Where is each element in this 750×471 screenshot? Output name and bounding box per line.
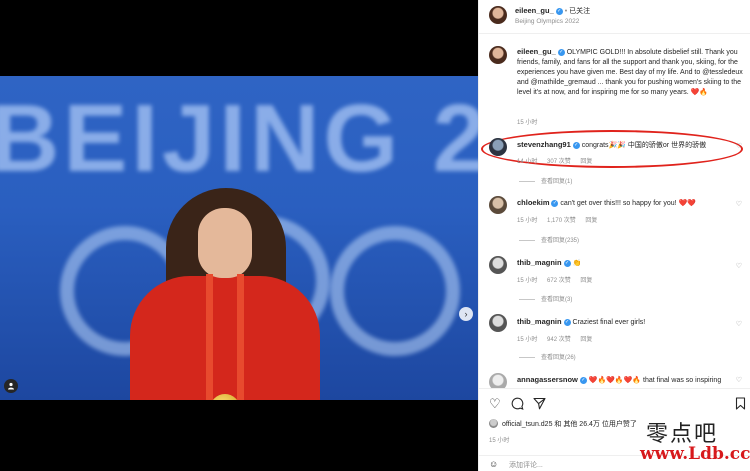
post-caption: eileen_gu_ ✓ OLYMPIC GOLD!!! In absolute… — [517, 47, 743, 98]
comment-text: Craziest final ever girls! — [572, 319, 646, 326]
avatar[interactable] — [489, 138, 507, 156]
comment: chloekim ✓ can't get over this!!! so hap… — [517, 198, 696, 207]
view-replies-button[interactable]: 查看回复(3) — [519, 294, 572, 303]
add-comment-input[interactable]: 添加评论... — [509, 460, 543, 470]
caption-text: OLYMPIC GOLD!!! In absolute disbelief st… — [517, 49, 743, 96]
view-replies-button[interactable]: 查看回复(235) — [519, 235, 579, 244]
comment-meta: 14 小时 307 次赞 回复 — [517, 156, 600, 165]
emoji-icon[interactable]: ☺ — [489, 459, 498, 469]
heart-icon[interactable]: ♡ — [736, 262, 742, 270]
comment-text: ❤️🔥❤️🔥❤️🔥 that final was so inspiring — [588, 377, 722, 384]
avatar[interactable] — [489, 419, 498, 428]
follow-button[interactable]: 已关注 — [569, 8, 590, 15]
comment-time: 15 小时 — [517, 218, 538, 224]
verified-icon: ✓ — [563, 318, 571, 326]
photo-background-text: BEIJING 2022 — [0, 85, 478, 192]
comment-username[interactable]: annagassersnow — [517, 375, 578, 384]
view-replies-button[interactable]: 查看回复(1) — [519, 176, 572, 185]
post-actions: ♡ official_tsun.d25 和 其他 26.4万 位用户赞了 15 … — [479, 388, 750, 471]
post-header: eileen_gu_ ✓ • 已关注 Beijing Olympics 2022 — [479, 0, 750, 34]
add-comment-bar: ☺ 添加评论... — [479, 455, 750, 471]
avatar[interactable] — [489, 256, 507, 274]
reply-button[interactable]: 回复 — [580, 278, 592, 284]
share-icon[interactable] — [533, 397, 546, 413]
heart-icon[interactable]: ♡ — [489, 397, 501, 411]
comment: stevenzhang91 ✓ congrats🎉🎉 中国的骄傲or 世界的骄傲 — [517, 140, 706, 150]
avatar[interactable] — [489, 6, 507, 24]
comment-meta: 15 小时 672 次赞 回复 — [517, 275, 600, 284]
reply-button[interactable]: 回复 — [585, 218, 597, 224]
avatar[interactable] — [489, 196, 507, 214]
comment-meta: 15 小时 942 次赞 回复 — [517, 334, 600, 343]
post-photo[interactable]: BEIJING 2022 › — [0, 76, 478, 400]
verified-icon: ✓ — [555, 7, 563, 15]
user-tag-icon[interactable] — [4, 379, 18, 393]
comment-username[interactable]: stevenzhang91 — [517, 140, 571, 149]
avatar[interactable] — [489, 314, 507, 332]
follow-separator: • — [564, 8, 568, 15]
comment-likes[interactable]: 942 次赞 — [547, 337, 571, 343]
post-side-panel: eileen_gu_ ✓ • 已关注 Beijing Olympics 2022… — [478, 0, 750, 471]
comment-likes[interactable]: 672 次赞 — [547, 278, 571, 284]
athlete-figure — [130, 188, 330, 400]
comment-text: congrats🎉🎉 中国的骄傲or 世界的骄傲 — [581, 142, 707, 149]
verified-icon: ✓ — [551, 199, 559, 207]
comment-likes[interactable]: 1,170 次赞 — [547, 218, 576, 224]
author-username[interactable]: eileen_gu_ — [515, 6, 554, 15]
post-location[interactable]: Beijing Olympics 2022 — [515, 18, 579, 25]
post-time: 15 小时 — [489, 438, 510, 444]
comment-text: 👏 — [572, 260, 582, 267]
comment: thib_magnin ✓ Craziest final ever girls! — [517, 317, 645, 326]
caption-time: 15 小时 — [517, 120, 538, 126]
comment: annagassersnow ✓ ❤️🔥❤️🔥❤️🔥 that final wa… — [517, 375, 721, 384]
likes-summary[interactable]: official_tsun.d25 和 其他 26.4万 位用户赞了 — [502, 419, 637, 429]
post-media-panel: BEIJING 2022 › — [0, 0, 478, 471]
comment-username[interactable]: chloekim — [517, 198, 550, 207]
heart-icon[interactable]: ♡ — [736, 320, 742, 328]
avatar[interactable] — [489, 46, 507, 64]
comment: thib_magnin ✓ 👏 — [517, 258, 581, 267]
verified-icon: ✓ — [572, 141, 580, 149]
heart-icon[interactable]: ♡ — [736, 200, 742, 208]
reply-button[interactable]: 回复 — [580, 159, 592, 165]
verified-icon: ✓ — [563, 259, 571, 267]
reply-button[interactable]: 回复 — [580, 337, 592, 343]
caption-username[interactable]: eileen_gu_ — [517, 47, 556, 56]
olympic-ring — [330, 226, 460, 356]
comment-icon[interactable] — [511, 397, 524, 413]
comment-username[interactable]: thib_magnin — [517, 258, 562, 267]
comment-text: can't get over this!!! so happy for you!… — [560, 200, 696, 207]
chevron-right-icon[interactable]: › — [459, 307, 473, 321]
heart-icon[interactable]: ♡ — [736, 376, 742, 384]
view-replies-button[interactable]: 查看回复(26) — [519, 352, 576, 361]
comment-username[interactable]: thib_magnin — [517, 317, 562, 326]
comment-likes[interactable]: 307 次赞 — [547, 159, 571, 165]
verified-icon: ✓ — [579, 376, 587, 384]
bookmark-icon[interactable] — [735, 397, 746, 413]
comment-meta: 15 小时 1,170 次赞 回复 — [517, 215, 605, 224]
comment-time: 14 小时 — [517, 159, 538, 165]
comment-time: 15 小时 — [517, 337, 538, 343]
verified-icon: ✓ — [557, 48, 565, 56]
heart-icon[interactable]: ♡ — [736, 142, 742, 150]
comment-time: 15 小时 — [517, 278, 538, 284]
